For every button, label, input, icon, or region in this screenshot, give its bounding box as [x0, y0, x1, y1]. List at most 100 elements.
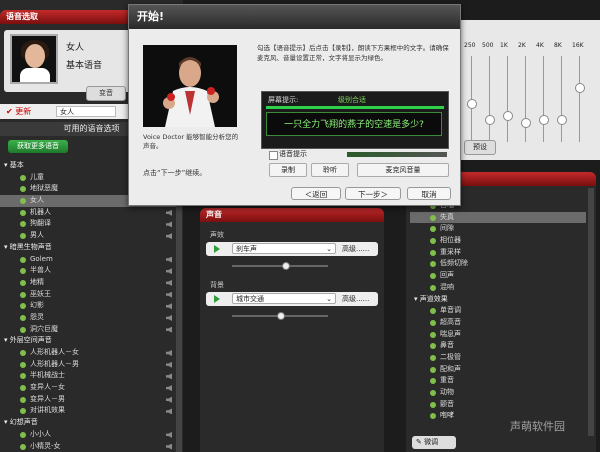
speaker-icon[interactable] — [166, 350, 172, 356]
speaker-icon[interactable] — [166, 326, 172, 333]
eq-band-track[interactable] — [561, 56, 562, 142]
list-item[interactable]: 变异人－女 — [0, 382, 176, 394]
eq-band-knob[interactable] — [557, 114, 567, 125]
background-volume-knob[interactable] — [277, 312, 285, 320]
effect-advanced-button[interactable]: 高级...... — [342, 244, 369, 254]
background-dropdown[interactable]: 城市交通 ⌄ — [232, 293, 336, 304]
play-background-icon[interactable] — [214, 295, 220, 303]
list-item[interactable]: 重采样 — [410, 247, 586, 259]
voice-dot-icon — [20, 431, 26, 438]
list-item[interactable]: 颤音 — [410, 399, 586, 411]
list-category[interactable]: ▾ 暗黑生物声音 — [0, 242, 176, 254]
list-category[interactable]: ▾ 外层空间声音 — [0, 335, 176, 347]
list-item[interactable]: 人形机器人－女 — [0, 347, 176, 359]
list-item[interactable]: 对讲机效果 — [0, 405, 176, 417]
list-item[interactable]: 变异人－男 — [0, 394, 176, 406]
voice-prompt-label: 语音提示 — [279, 150, 307, 158]
eq-band-track[interactable] — [489, 56, 490, 142]
list-item[interactable]: 动物 — [410, 387, 586, 399]
list-item[interactable]: 怨灵 — [0, 312, 176, 324]
effect-volume-knob[interactable] — [281, 262, 290, 270]
list-item[interactable]: 低频切除 — [410, 258, 586, 270]
play-effect-icon[interactable] — [214, 245, 220, 253]
list-item[interactable]: 人形机器人－男 — [0, 359, 176, 371]
speaker-icon[interactable] — [166, 431, 172, 438]
speaker-icon[interactable] — [166, 233, 172, 240]
effects-scrollbar[interactable] — [588, 188, 594, 436]
list-item-label: 超高音 — [440, 317, 461, 326]
list-item[interactable]: 间隙 — [410, 223, 586, 235]
speaker-icon[interactable] — [166, 443, 172, 450]
speaker-icon[interactable] — [166, 221, 172, 228]
list-item[interactable]: 狗翻译 — [0, 218, 176, 230]
eq-band-knob[interactable] — [539, 114, 549, 125]
speaker-icon[interactable] — [166, 256, 172, 263]
eq-band-track[interactable] — [579, 56, 580, 142]
eq-band-knob[interactable] — [521, 118, 531, 129]
list-item[interactable]: 混响 — [410, 282, 586, 294]
eq-band-knob[interactable] — [575, 83, 585, 94]
speaker-icon[interactable] — [166, 361, 172, 368]
speaker-icon[interactable] — [166, 268, 172, 275]
list-item[interactable]: 单音调 — [410, 305, 586, 317]
speaker-icon[interactable] — [166, 314, 172, 321]
list-item[interactable]: 相位器 — [410, 235, 586, 247]
voice-prompt-checkbox[interactable] — [269, 151, 278, 160]
eq-band-knob[interactable] — [467, 98, 477, 109]
voice-dot-icon — [430, 331, 436, 338]
list-item[interactable]: 超高音 — [410, 317, 586, 329]
voice-name-field[interactable]: 女人 — [56, 106, 116, 117]
screen-prompt-label: 屏幕提示: — [268, 96, 299, 104]
eq-band-knob[interactable] — [485, 114, 495, 125]
list-item[interactable]: Golem — [0, 254, 176, 266]
list-item[interactable]: 配和声 — [410, 364, 586, 376]
tune-button[interactable]: ✎ 微调 — [412, 436, 456, 449]
list-item[interactable]: 小精灵-女 — [0, 441, 176, 452]
list-item-label: 半机械战士 — [30, 371, 65, 380]
mic-volume-button[interactable]: 麦克风音量 — [357, 163, 449, 177]
effect-volume-slider[interactable] — [232, 265, 328, 267]
speaker-icon[interactable] — [166, 291, 172, 298]
preset-button[interactable]: 预设 — [464, 140, 496, 155]
list-item[interactable]: 失真 — [410, 211, 586, 224]
speaker-icon[interactable] — [166, 408, 172, 415]
eq-band-knob[interactable] — [503, 110, 513, 121]
list-item[interactable]: 半机械战士 — [0, 370, 176, 382]
list-item[interactable]: 喘息声 — [410, 329, 586, 341]
update-button[interactable]: ✔ 更新 — [6, 106, 31, 117]
list-item-label: 失真 — [440, 212, 454, 221]
listen-button[interactable]: 聆听 — [311, 163, 349, 177]
speaker-icon[interactable] — [166, 279, 172, 286]
list-item[interactable]: 二极管 — [410, 352, 586, 364]
speaker-icon[interactable] — [166, 385, 172, 392]
list-item[interactable]: 半兽人 — [0, 265, 176, 277]
background-advanced-button[interactable]: 高级...... — [342, 294, 369, 304]
list-item[interactable]: 小小人 — [0, 429, 176, 441]
list-item[interactable]: 幻影 — [0, 300, 176, 312]
eq-band-track[interactable] — [543, 56, 544, 142]
eq-band-track[interactable] — [507, 56, 508, 142]
speaker-icon[interactable] — [166, 303, 172, 310]
list-item[interactable]: 巫妖王 — [0, 289, 176, 301]
cancel-button[interactable]: 取消 — [407, 187, 451, 200]
list-item[interactable]: 鼻音 — [410, 340, 586, 352]
list-item[interactable]: 回声 — [410, 270, 586, 282]
list-category[interactable]: ▾ 幻想声音 — [0, 417, 176, 429]
record-button[interactable]: 录制 — [269, 163, 307, 177]
get-more-voices-button[interactable]: 获取更多语音 — [8, 140, 68, 153]
speaker-icon[interactable] — [166, 209, 172, 216]
list-item[interactable]: 洞穴巨魔 — [0, 324, 176, 336]
list-item[interactable]: 重音 — [410, 375, 586, 387]
next-button[interactable]: 下一步＞ — [345, 187, 401, 200]
list-category[interactable]: ▾ 声道效果 — [410, 294, 586, 306]
eq-band-track[interactable] — [525, 56, 526, 142]
back-button[interactable]: ＜返回 — [291, 187, 341, 200]
list-item[interactable]: 机器人 — [0, 207, 176, 219]
change-voice-button[interactable]: 变音 — [86, 86, 126, 101]
speaker-icon[interactable] — [166, 373, 172, 380]
list-item[interactable]: 男人 — [0, 230, 176, 242]
list-item-label: 相位器 — [440, 236, 461, 245]
list-item[interactable]: 地精 — [0, 277, 176, 289]
effect-dropdown[interactable]: 刹车声 ⌄ — [232, 243, 336, 254]
speaker-icon[interactable] — [166, 396, 172, 403]
